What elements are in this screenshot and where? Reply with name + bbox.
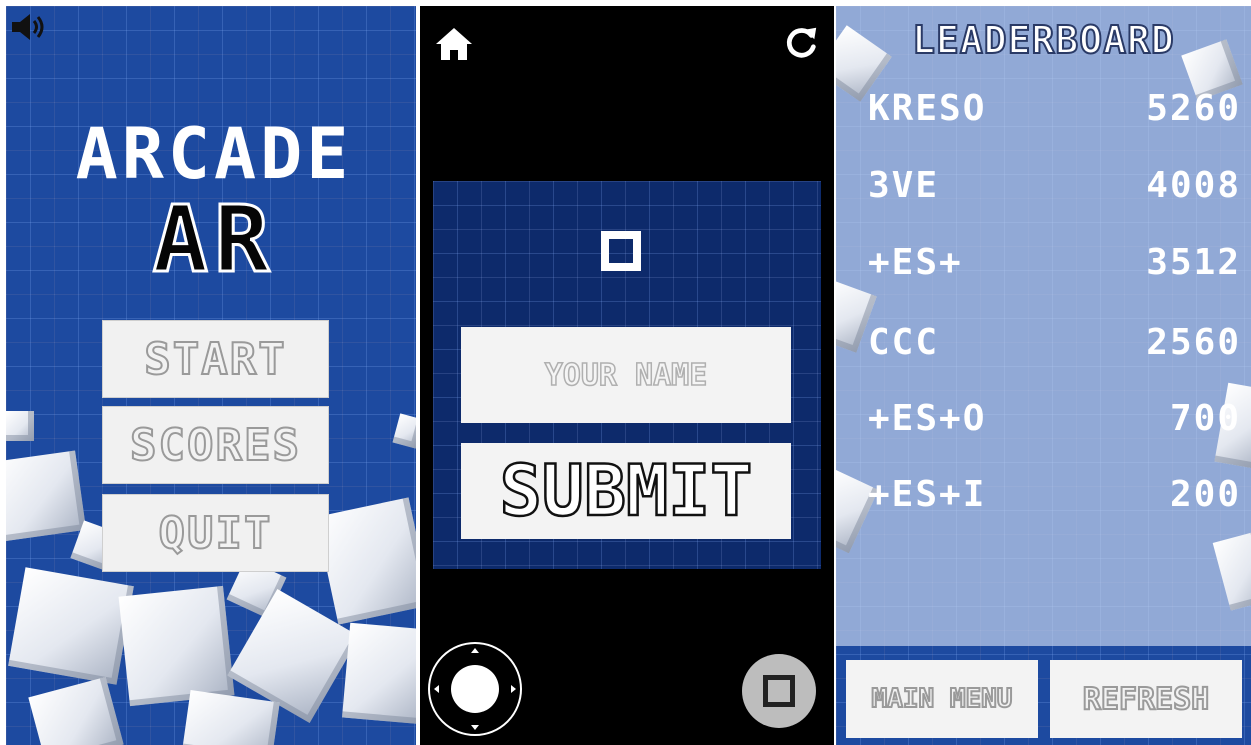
player-score: 700 — [1169, 398, 1241, 439]
player-score: 200 — [1169, 474, 1241, 515]
leaderboard-row: +ES+I 200 — [836, 470, 1251, 520]
submit-score-panel: SUBMIT — [420, 6, 834, 745]
decor-cube — [6, 411, 34, 441]
player-score: 3512 — [1146, 242, 1241, 283]
decor-cube — [182, 690, 280, 745]
leaderboard-row: 3VE 4008 — [836, 161, 1251, 211]
player-name: +ES+I — [868, 474, 987, 515]
action-button[interactable] — [742, 654, 816, 728]
speaker-icon[interactable] — [10, 12, 50, 42]
decor-cube — [392, 413, 416, 449]
game-title-ar: AR — [151, 186, 276, 293]
home-icon[interactable] — [434, 24, 474, 64]
decor-cube — [342, 622, 416, 725]
decor-cube — [6, 450, 87, 542]
decor-cube — [315, 497, 416, 625]
player-name: 3VE — [868, 165, 940, 206]
scores-button[interactable]: SCORES — [102, 406, 329, 484]
player-score: 5260 — [1146, 88, 1241, 129]
player-name: CCC — [868, 322, 940, 363]
leaderboard-title: LEADERBOARD — [911, 17, 1175, 63]
leaderboard-row: KRESO 5260 — [836, 84, 1251, 134]
main-menu-panel: ARCADE AR START SCORES QUIT — [6, 6, 416, 745]
player-score: 4008 — [1146, 165, 1241, 206]
decor-cube — [118, 585, 235, 707]
player-name: +ES+ — [868, 242, 963, 283]
leaderboard-panel: LEADERBOARD KRESO 5260 3VE 4008 +ES+ 351… — [836, 6, 1251, 745]
player-name: +ES+O — [868, 398, 987, 439]
name-input[interactable] — [461, 327, 791, 423]
main-menu-button[interactable]: MAIN MENU — [846, 660, 1038, 738]
square-icon — [601, 231, 641, 271]
leaderboard-row: +ES+O 700 — [836, 394, 1251, 444]
joystick-icon[interactable] — [426, 640, 524, 738]
refresh-icon[interactable] — [782, 24, 820, 62]
decor-cube — [28, 676, 124, 745]
leaderboard-row: CCC 2560 — [836, 318, 1251, 368]
start-button[interactable]: START — [102, 320, 329, 398]
submit-button[interactable]: SUBMIT — [461, 443, 791, 539]
stop-square-icon — [763, 675, 795, 707]
submit-card: SUBMIT — [433, 181, 821, 569]
decor-cube — [8, 567, 134, 685]
leaderboard-row: +ES+ 3512 — [836, 238, 1251, 288]
refresh-button[interactable]: REFRESH — [1050, 660, 1242, 738]
player-score: 2560 — [1146, 322, 1241, 363]
player-name: KRESO — [868, 88, 987, 129]
quit-button[interactable]: QUIT — [102, 494, 329, 572]
game-title-arcade: ARCADE — [75, 113, 353, 195]
